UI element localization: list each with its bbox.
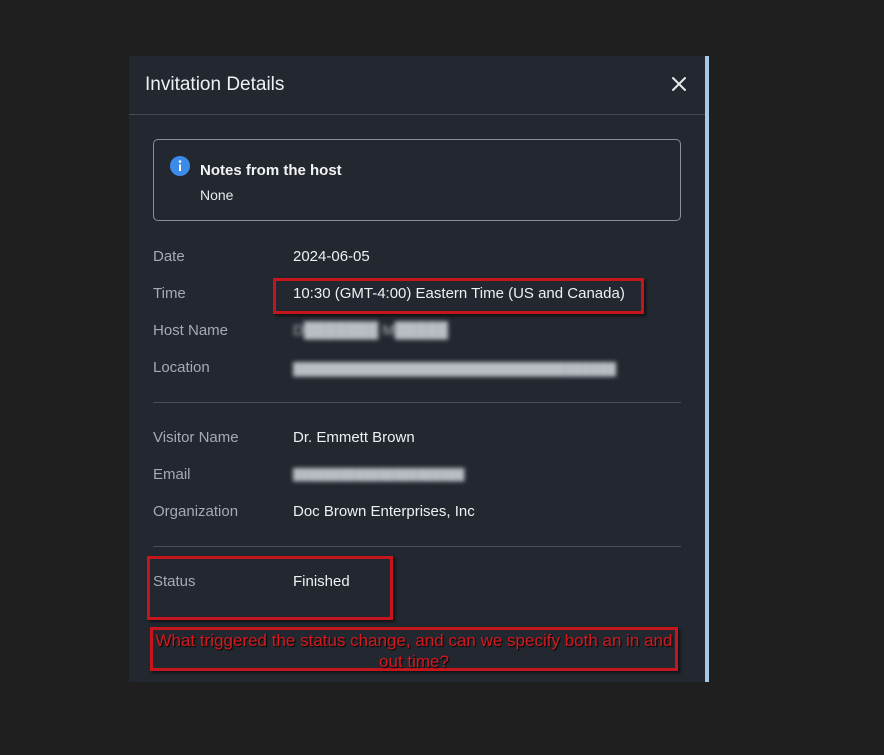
dialog-title: Invitation Details [145,74,285,95]
date-label: Date [153,248,185,265]
email-row: Email ██████████████████████ [153,466,679,488]
close-button[interactable] [667,72,691,96]
email-value: ██████████████████████ [293,469,465,481]
close-icon [672,77,686,91]
organization-label: Organization [153,503,239,520]
info-icon [170,156,190,176]
notes-title: Notes from the host [200,162,342,179]
email-label: Email [153,466,191,483]
visitor-name-row: Visitor Name Dr. Emmett Brown [153,429,679,451]
date-value: 2024-06-05 [293,248,370,265]
host-name-label: Host Name [153,322,229,339]
scrollbar[interactable] [705,56,709,682]
organization-value: Doc Brown Enterprises, Inc [293,503,475,520]
time-label: Time [153,285,186,302]
time-highlight-box [273,278,644,314]
status-highlight-box [147,556,393,620]
annotation-note: What triggered the status change, and ca… [150,627,678,671]
host-notes-panel: Notes from the host None [153,139,681,221]
notes-value: None [200,187,234,203]
location-label: Location [153,359,210,376]
host-name-value: D███████ M█████ [293,322,449,339]
date-row: Date 2024-06-05 [153,248,679,270]
dialog-header: Invitation Details [129,56,705,115]
visitor-name-value: Dr. Emmett Brown [293,429,415,446]
location-value: ██████████████████████████████████████ [293,362,617,376]
host-name-row: Host Name D███████ M█████ [153,322,679,344]
visitor-name-label: Visitor Name [153,429,239,446]
section-divider [153,546,681,547]
section-divider [153,402,681,403]
location-row: Location ███████████████████████████████… [153,359,679,381]
organization-row: Organization Doc Brown Enterprises, Inc [153,503,679,525]
